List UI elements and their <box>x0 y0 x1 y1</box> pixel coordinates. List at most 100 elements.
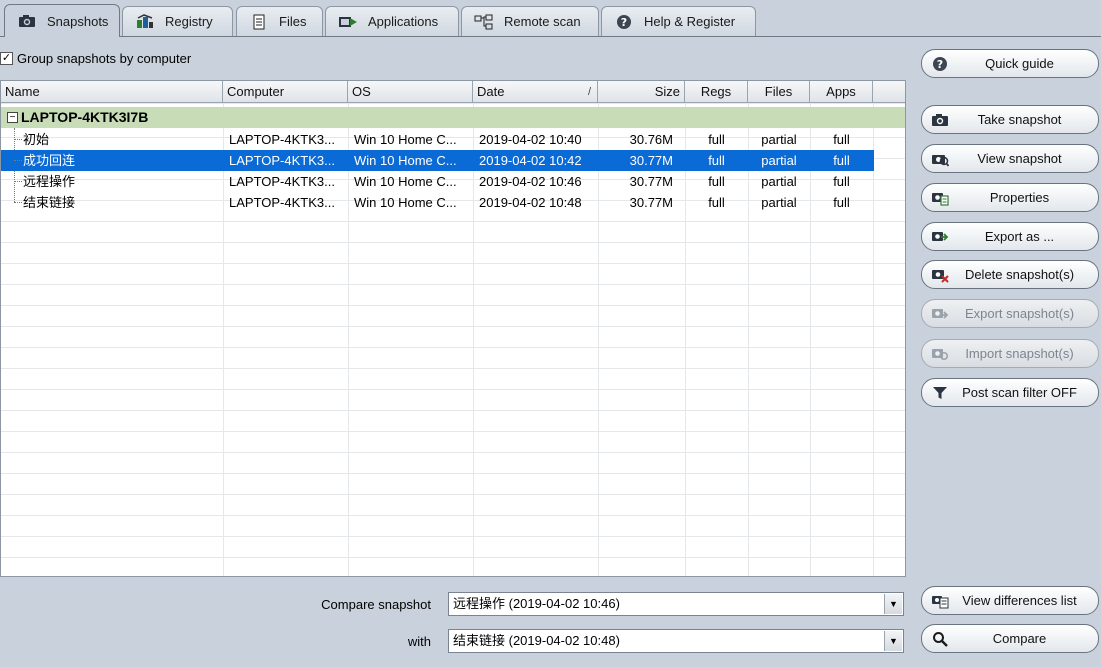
compare-snapshot-select[interactable]: 远程操作 (2019-04-02 10:46) ▼ <box>448 592 904 616</box>
button-label: Take snapshot <box>977 112 1062 127</box>
button-label: Quick guide <box>985 56 1054 71</box>
export-as-button[interactable]: Export as ... <box>921 222 1099 251</box>
snapshot-computer: LAPTOP-4KTK3... <box>229 195 335 210</box>
table-row[interactable]: 结束链接 LAPTOP-4KTK3... Win 10 Home C... 2019-… <box>1 192 874 213</box>
filter-icon <box>929 384 951 402</box>
snapshot-os: Win 10 Home C... <box>354 174 457 189</box>
column-header-files[interactable]: Files <box>748 81 810 103</box>
compare-snapshot-label: Compare snapshot <box>321 597 431 612</box>
tab-files[interactable]: Files <box>236 6 323 36</box>
button-label: View snapshot <box>977 151 1062 166</box>
button-label: Delete snapshot(s) <box>964 267 1075 282</box>
tab-applications[interactable]: Applications <box>325 6 459 36</box>
snapshot-apps: full <box>833 132 850 147</box>
delete-snapshot-icon <box>929 266 951 284</box>
snapshot-os: Win 10 Home C... <box>354 195 457 210</box>
button-label: Compare <box>992 631 1047 646</box>
snapshot-date: 2019-04-02 10:46 <box>479 174 582 189</box>
tab-divider <box>0 36 1101 37</box>
view-camera-icon <box>929 150 951 168</box>
dropdown-arrow-icon[interactable]: ▼ <box>884 594 902 614</box>
view-differences-list-button[interactable]: View differences list <box>921 586 1099 615</box>
tab-bar: Snapshots Registry Files Applications Re… <box>0 0 1101 37</box>
snapshot-date: 2019-04-02 10:48 <box>479 195 582 210</box>
group-by-computer-label: Group snapshots by computer <box>17 51 192 66</box>
snapshot-regs: full <box>708 174 725 189</box>
snapshot-name: 远程操作 <box>23 174 76 189</box>
checkbox-checked-icon: ✓ <box>0 52 13 65</box>
svg-text:?: ? <box>621 16 627 29</box>
export-snapshots-button[interactable]: Export snapshot(s) <box>921 299 1099 328</box>
column-header-size[interactable]: Size <box>598 81 685 103</box>
group-row-computer[interactable]: − LAPTOP-4KTK3I7B <box>1 107 905 128</box>
dropdown-arrow-icon[interactable]: ▼ <box>884 631 902 651</box>
compare-with-select[interactable]: 结束链接 (2019-04-02 10:48) ▼ <box>448 629 904 653</box>
snapshot-size: 30.77M <box>629 195 673 210</box>
help-icon: ? <box>614 14 634 30</box>
quick-guide-button[interactable]: ? Quick guide <box>921 49 1099 78</box>
snapshot-os: Win 10 Home C... <box>354 132 457 147</box>
snapshot-files: partial <box>761 132 797 147</box>
column-header-os[interactable]: OS <box>348 81 473 103</box>
take-snapshot-button[interactable]: Take snapshot <box>921 105 1099 134</box>
snapshot-size: 30.77M <box>629 174 673 189</box>
tab-help-register[interactable]: ? Help & Register <box>601 6 756 36</box>
column-header-regs[interactable]: Regs <box>685 81 748 103</box>
snapshot-apps: full <box>833 174 850 189</box>
tab-label: Remote scan <box>504 14 581 29</box>
snapshot-size: 30.76M <box>629 132 673 147</box>
snapshot-computer: LAPTOP-4KTK3... <box>229 174 335 189</box>
sort-indicator-icon: / <box>587 86 591 98</box>
collapse-icon[interactable]: − <box>7 112 18 123</box>
column-header-date[interactable]: Date / <box>473 81 598 103</box>
column-header-date-label: Date <box>477 84 505 99</box>
delete-snapshots-button[interactable]: Delete snapshot(s) <box>921 260 1099 289</box>
group-computer-name: LAPTOP-4KTK3I7B <box>21 109 149 125</box>
tab-registry[interactable]: Registry <box>122 6 233 36</box>
tab-snapshots[interactable]: Snapshots <box>4 4 120 37</box>
import-snapshots-button[interactable]: Import snapshot(s) <box>921 339 1099 368</box>
snapshot-apps: full <box>833 195 850 210</box>
group-by-computer-checkbox[interactable]: ✓ Group snapshots by computer <box>0 51 191 66</box>
button-label: View differences list <box>962 593 1077 608</box>
column-header-name[interactable]: Name <box>1 81 223 103</box>
column-header-computer[interactable]: Computer <box>223 81 348 103</box>
table-row[interactable]: 成功回连 LAPTOP-4KTK3... Win 10 Home C... 2019-… <box>1 150 874 171</box>
table-row[interactable]: 远程操作 LAPTOP-4KTK3... Win 10 Home C... 2019-… <box>1 171 874 192</box>
snapshot-name: 初始 <box>23 132 50 147</box>
tab-label: Registry <box>165 14 213 29</box>
import-snapshot-icon <box>929 345 951 363</box>
registry-icon <box>135 13 155 30</box>
tab-label: Applications <box>368 14 439 29</box>
snapshot-computer: LAPTOP-4KTK3... <box>229 153 335 168</box>
magnifier-icon <box>929 630 951 648</box>
snapshot-os: Win 10 Home C... <box>354 153 457 168</box>
snapshot-name: 结束链接 <box>23 195 76 210</box>
camera-icon <box>929 111 951 129</box>
properties-icon <box>929 189 951 207</box>
compare-button[interactable]: Compare <box>921 624 1099 653</box>
view-snapshot-button[interactable]: View snapshot <box>921 144 1099 173</box>
file-icon <box>249 14 269 30</box>
tab-label: Help & Register <box>644 14 736 29</box>
column-header-apps[interactable]: Apps <box>810 81 873 103</box>
camera-icon <box>17 13 37 29</box>
table-row[interactable]: 初始 LAPTOP-4KTK3... Win 10 Home C... 2019-04… <box>1 129 874 150</box>
list-body: − LAPTOP-4KTK3I7B 初始 LAPTOP-4KTK3... Win 1… <box>1 103 905 576</box>
snapshot-list[interactable]: Name Computer OS Date / Size Regs Files … <box>0 80 906 577</box>
properties-button[interactable]: Properties <box>921 183 1099 212</box>
export-icon <box>929 228 951 246</box>
snapshot-files: partial <box>761 174 797 189</box>
snapshot-date: 2019-04-02 10:42 <box>479 153 582 168</box>
snapshot-regs: full <box>708 153 725 168</box>
tab-remote-scan[interactable]: Remote scan <box>461 6 599 36</box>
button-label: Export snapshot(s) <box>964 306 1075 321</box>
post-scan-filter-button[interactable]: Post scan filter OFF <box>921 378 1099 407</box>
snapshot-name: 成功回连 <box>23 153 76 168</box>
button-label: Post scan filter OFF <box>962 385 1077 400</box>
button-label: Export as ... <box>984 229 1055 244</box>
snapshot-files: partial <box>761 195 797 210</box>
snapshot-date: 2019-04-02 10:40 <box>479 132 582 147</box>
export-snapshot-icon <box>929 305 951 323</box>
button-label: Properties <box>989 190 1050 205</box>
